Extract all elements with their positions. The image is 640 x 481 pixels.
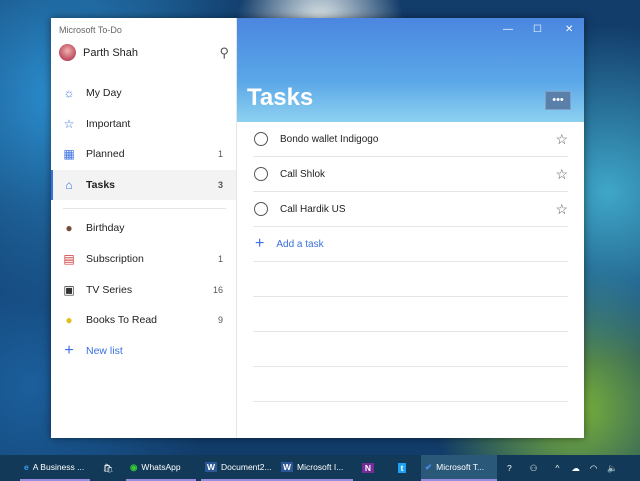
task-title: Call Shlok [280,168,326,180]
empty-row [253,367,568,402]
sidebar-item-birthday[interactable]: ● Birthday [51,213,236,243]
main-panel: — ☐ ✕ Tasks ••• Bondo wallet Indigogo ☆ C… [237,18,584,438]
tv-icon: ▣ [63,283,75,297]
taskbar-onenote[interactable]: N [353,455,387,481]
avatar [59,44,76,61]
header-banner: — ☐ ✕ Tasks ••• [237,18,584,122]
maximize-icon[interactable]: ☐ [533,24,542,35]
new-list-button[interactable]: + New list [51,336,236,366]
calendar-icon: ▦ [63,147,75,161]
twitter-icon: t [397,463,407,473]
taskbar-label: Document2... [221,462,272,472]
star-icon[interactable]: ☆ [555,131,568,148]
taskbar-label: A Business ... [32,462,85,472]
complete-checkbox[interactable] [254,132,268,146]
onenote-icon: N [361,463,375,473]
store-icon: 🛍 [102,462,114,473]
sidebar-item-important[interactable]: ☆ Important [51,109,236,139]
taskbar-edge[interactable]: eA Business ... [20,455,90,481]
count: 1 [217,149,223,159]
user-profile[interactable]: Parth Shah ⚲ [59,44,229,61]
empty-row [253,332,568,367]
volume-icon[interactable]: 🔈 [607,463,618,474]
sidebar-item-label: My Day [86,87,122,99]
taskbar-store[interactable]: 🛍 [90,455,126,481]
star-icon[interactable]: ☆ [555,201,568,218]
add-task-button[interactable]: + Add a task [253,227,568,262]
chevron-up-icon[interactable]: ^ [555,463,559,473]
sidebar-item-planned[interactable]: ▦ Planned 1 [51,139,236,169]
plus-icon: + [64,342,74,359]
whatsapp-icon: ◉ [130,461,138,472]
lightbulb-icon: ● [65,313,73,327]
taskbar-todo[interactable]: ✔ Microsoft T... [421,455,497,481]
sidebar-item-label: Birthday [86,222,125,234]
task-title: Bondo wallet Indigogo [280,133,379,145]
user-name: Parth Shah [83,46,139,59]
new-list-label: New list [86,345,123,357]
divider [63,208,226,209]
word-icon: W [205,462,218,472]
count: 1 [217,254,223,264]
word-icon: W [281,462,294,472]
star-icon: ☆ [63,117,75,131]
sidebar-item-label: Subscription [86,253,144,265]
sun-icon: ☼ [63,86,75,100]
page-title: Tasks [247,84,314,111]
sidebar-item-my-day[interactable]: ☼ My Day [51,78,236,108]
task-row[interactable]: Bondo wallet Indigogo ☆ [253,122,568,157]
add-task-label: Add a task [276,238,324,250]
sidebar-item-tasks[interactable]: ⌂ Tasks 3 [51,170,236,200]
more-options-button[interactable]: ••• [545,91,571,110]
sidebar-item-books-to-read[interactable]: ● Books To Read 9 [51,305,236,335]
sidebar-item-tv-series[interactable]: ▣ TV Series 16 [51,275,236,305]
taskbar-label: WhatsApp [141,462,181,472]
empty-row [253,262,568,297]
help-icon[interactable]: ? [507,463,512,473]
sidebar-item-label: Planned [86,148,125,160]
home-icon: ⌂ [65,178,73,192]
close-icon[interactable]: ✕ [565,24,573,35]
count: 16 [212,285,223,295]
taskbar-label: Microsoft T... [436,462,485,472]
calendar-page-icon: ▤ [63,252,75,266]
count: 9 [217,315,223,325]
sidebar-item-label: Tasks [86,179,115,191]
cloud-icon[interactable]: ☁ [571,463,580,474]
edge-icon: e [24,462,29,472]
search-icon[interactable]: ⚲ [219,45,229,61]
taskbar-whatsapp[interactable]: ◉ WhatsApp [126,455,196,481]
taskbar-label: Microsoft I... [297,462,344,472]
sidebar-item-label: Important [86,118,131,130]
checkmark-icon: ✔ [425,461,433,472]
count: 3 [217,180,223,190]
people-icon[interactable]: ⚇ [530,463,538,474]
sidebar-item-subscription[interactable]: ▤ Subscription 1 [51,244,236,274]
app-window: Microsoft To-Do Parth Shah ⚲ ☼ My Day ☆ Im… [51,18,584,438]
plus-icon: + [255,235,265,252]
star-icon[interactable]: ☆ [555,166,568,183]
task-row[interactable]: Call Shlok ☆ [253,157,568,192]
app-title: Microsoft To-Do [59,25,122,35]
minimize-icon[interactable]: — [503,24,513,35]
complete-checkbox[interactable] [254,202,268,216]
empty-row [253,297,568,332]
task-row[interactable]: Call Hardik US ☆ [253,192,568,227]
taskbar-word-document2[interactable]: W Document2... [201,455,277,481]
wifi-icon[interactable]: ◠ [590,463,597,474]
taskbar-word-microsoft[interactable]: W Microsoft I... [277,455,353,481]
cake-icon: ● [65,221,73,235]
sidebar-item-label: Books To Read [86,314,158,326]
taskbar-twitter[interactable]: t [387,455,421,481]
taskbar: eA Business ... 🛍 ◉ WhatsApp W Document2..… [0,455,640,481]
complete-checkbox[interactable] [254,167,268,181]
sidebar: Microsoft To-Do Parth Shah ⚲ ☼ My Day ☆ Im… [51,18,237,438]
sidebar-item-label: TV Series [86,284,133,296]
task-title: Call Hardik US [280,203,346,215]
